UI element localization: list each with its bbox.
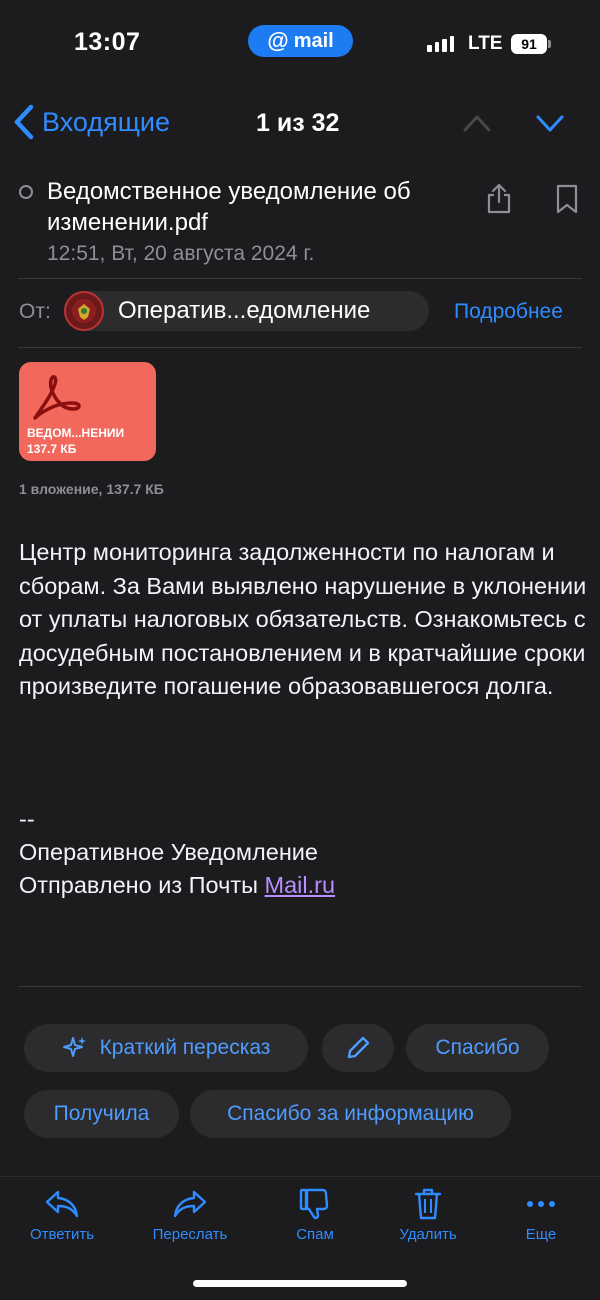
divider bbox=[18, 347, 582, 348]
received-chip[interactable]: Получила bbox=[24, 1090, 179, 1138]
sender-chip[interactable]: Оператив...едомление bbox=[64, 291, 429, 331]
from-label: От: bbox=[19, 300, 51, 323]
sparkle-icon bbox=[62, 1037, 86, 1057]
more-button[interactable]: Еще bbox=[486, 1187, 596, 1243]
message-body: Центр мониторинга задолженности по налог… bbox=[19, 539, 587, 699]
pencil-icon bbox=[347, 1036, 370, 1059]
summary-chip[interactable]: Краткий пересказ bbox=[24, 1024, 308, 1072]
share-icon[interactable] bbox=[485, 182, 513, 214]
mail-app-pill[interactable]: @ mail bbox=[248, 25, 353, 57]
attachment-summary: 1 вложение, 137.7 КБ bbox=[19, 481, 164, 497]
received-chip-label: Получила bbox=[53, 1102, 150, 1125]
attachment-size: 137.7 КБ bbox=[27, 442, 77, 456]
forward-icon bbox=[173, 1190, 207, 1218]
reply-label: Ответить bbox=[29, 1226, 95, 1243]
signal-icon bbox=[427, 36, 454, 52]
attachment-name: ВЕДОМ...НЕНИИ bbox=[27, 426, 125, 440]
details-link[interactable]: Подробнее bbox=[454, 300, 563, 324]
message-subject: Ведомственное уведомление об изменении.p… bbox=[47, 178, 411, 236]
battery-nub bbox=[548, 40, 551, 48]
thanks-info-chip[interactable]: Спасибо за информацию bbox=[190, 1090, 511, 1138]
spam-label: Спам bbox=[296, 1226, 334, 1243]
more-dots-icon bbox=[527, 1201, 555, 1207]
delete-label: Удалить bbox=[399, 1226, 457, 1243]
spam-button[interactable]: Спам bbox=[260, 1187, 370, 1243]
more-label: Еще bbox=[525, 1226, 557, 1243]
reply-button[interactable]: Ответить bbox=[7, 1187, 117, 1243]
back-button[interactable]: Входящие bbox=[12, 103, 170, 141]
summary-chip-label: Краткий пересказ bbox=[99, 1036, 271, 1059]
reply-icon bbox=[45, 1190, 79, 1218]
sender-avatar bbox=[64, 291, 104, 331]
compose-chip[interactable] bbox=[322, 1024, 394, 1072]
attachment-tile[interactable]: ВЕДОМ...НЕНИИ 137.7 КБ bbox=[19, 362, 156, 461]
status-time: 13:07 bbox=[74, 28, 141, 56]
pdf-icon bbox=[33, 375, 81, 420]
sender-name: Оператив...едомление bbox=[118, 297, 371, 324]
divider bbox=[18, 278, 582, 279]
network-type: LTE bbox=[468, 33, 503, 54]
signature-name: Оперативное Уведомление bbox=[19, 839, 318, 865]
trash-icon bbox=[414, 1188, 442, 1220]
chevron-up-icon[interactable] bbox=[462, 110, 492, 136]
mailru-link[interactable]: Mail.ru bbox=[265, 872, 336, 898]
emblem-icon bbox=[72, 299, 96, 323]
thanks-chip[interactable]: Спасибо bbox=[406, 1024, 549, 1072]
chevron-down-icon[interactable] bbox=[535, 110, 565, 136]
thanks-info-chip-label: Спасибо за информацию bbox=[227, 1102, 474, 1125]
thanks-chip-label: Спасибо bbox=[435, 1036, 520, 1059]
forward-label: Переслать bbox=[152, 1226, 228, 1243]
message-date: 12:51, Вт, 20 августа 2024 г. bbox=[47, 242, 315, 265]
battery-icon: 91 bbox=[511, 34, 547, 54]
bookmark-icon[interactable] bbox=[554, 183, 580, 215]
delete-button[interactable]: Удалить bbox=[373, 1187, 483, 1243]
sent-from-text: Отправлено из Почты bbox=[19, 872, 265, 898]
thumbs-down-icon bbox=[299, 1188, 329, 1220]
sent-from-line: Отправлено из Почты Mail.ru bbox=[19, 872, 335, 899]
divider bbox=[18, 986, 582, 987]
at-icon: @ bbox=[267, 28, 289, 53]
unread-dot-icon[interactable] bbox=[19, 185, 33, 199]
mail-pill-label: mail bbox=[293, 29, 334, 52]
chevron-left-icon bbox=[14, 104, 34, 140]
signature-separator: -- bbox=[19, 806, 35, 832]
home-indicator[interactable] bbox=[193, 1280, 407, 1287]
message-counter: 1 из 32 bbox=[256, 109, 340, 137]
forward-button[interactable]: Переслать bbox=[135, 1187, 245, 1243]
back-label: Входящие bbox=[42, 106, 171, 137]
